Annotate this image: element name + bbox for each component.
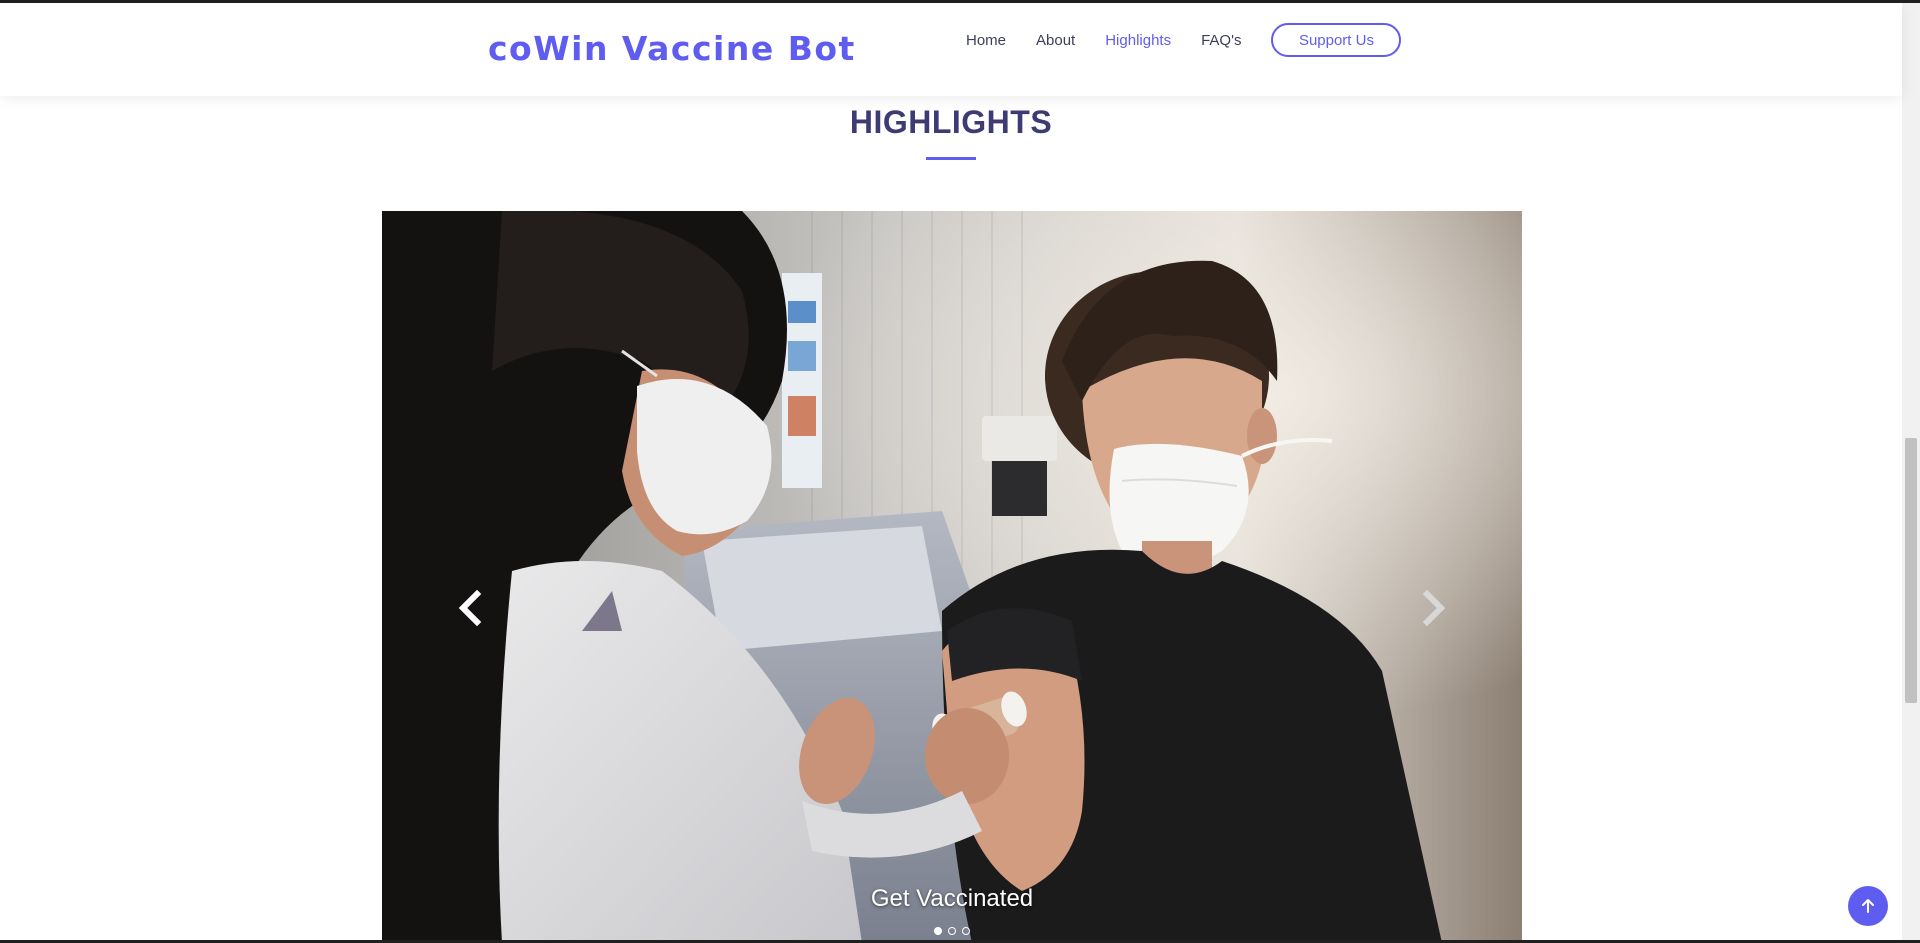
carousel-indicator-3[interactable] (962, 927, 970, 935)
nav-about[interactable]: About (1036, 32, 1075, 49)
carousel-prev-button[interactable] (450, 581, 490, 635)
scrollbar-thumb[interactable] (1905, 438, 1917, 703)
chevron-left-icon (458, 590, 482, 626)
main-nav: Home About Highlights FAQ's Support Us (966, 22, 1402, 58)
section-title: HIGHLIGHTS (849, 104, 1053, 140)
nav-highlights[interactable]: Highlights (1105, 32, 1171, 49)
highlights-carousel: Get Vaccinated (382, 211, 1522, 943)
title-underline (926, 157, 976, 160)
site-logo[interactable]: coWin Vaccine Bot (488, 29, 856, 68)
carousel-caption: Get Vaccinated (870, 885, 1034, 912)
page-scrollbar[interactable] (1902, 3, 1920, 940)
site-header: coWin Vaccine Bot Home About Highlights … (0, 3, 1902, 96)
page: coWin Vaccine Bot Home About Highlights … (0, 0, 1920, 943)
chevron-right-icon (1422, 590, 1446, 626)
nav-faqs[interactable]: FAQ's (1201, 32, 1241, 49)
carousel-indicators (382, 927, 1522, 935)
carousel-next-button[interactable] (1414, 581, 1454, 635)
back-to-top-button[interactable] (1848, 886, 1888, 926)
nav-home[interactable]: Home (966, 32, 1006, 49)
carousel-indicator-1[interactable] (934, 927, 942, 935)
support-us-button[interactable]: Support Us (1271, 23, 1402, 57)
vaccination-photo (382, 211, 1522, 943)
arrow-up-icon (1862, 899, 1874, 913)
carousel-indicator-2[interactable] (948, 927, 956, 935)
